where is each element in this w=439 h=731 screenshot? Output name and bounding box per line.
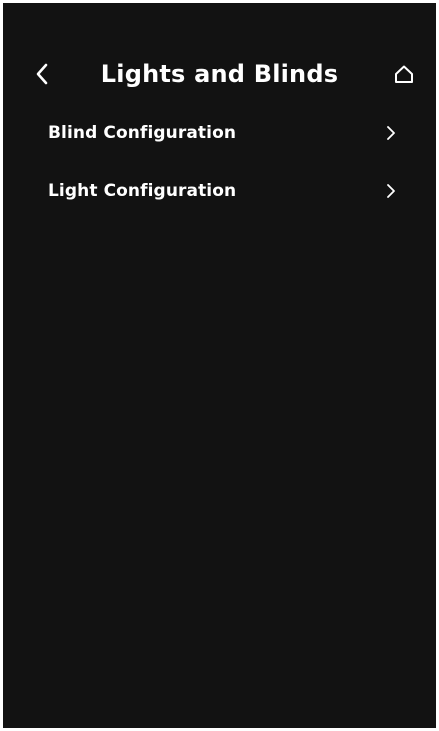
chevron-right-icon (384, 182, 398, 200)
chevron-left-icon (36, 63, 48, 85)
back-button[interactable] (27, 59, 57, 89)
app-screen: Lights and Blinds Blind Configuration Li… (3, 3, 436, 728)
header-bar: Lights and Blinds (3, 51, 436, 97)
page-title: Lights and Blinds (100, 60, 339, 88)
menu-item-blind-configuration[interactable]: Blind Configuration (3, 109, 436, 167)
home-icon (395, 65, 413, 83)
menu-item-light-configuration[interactable]: Light Configuration (3, 167, 436, 225)
menu-item-label: Blind Configuration (48, 123, 237, 143)
home-button[interactable] (391, 61, 417, 87)
menu-item-label: Light Configuration (48, 181, 237, 201)
chevron-right-icon (384, 124, 398, 142)
settings-menu: Blind Configuration Light Configuration (3, 109, 436, 225)
